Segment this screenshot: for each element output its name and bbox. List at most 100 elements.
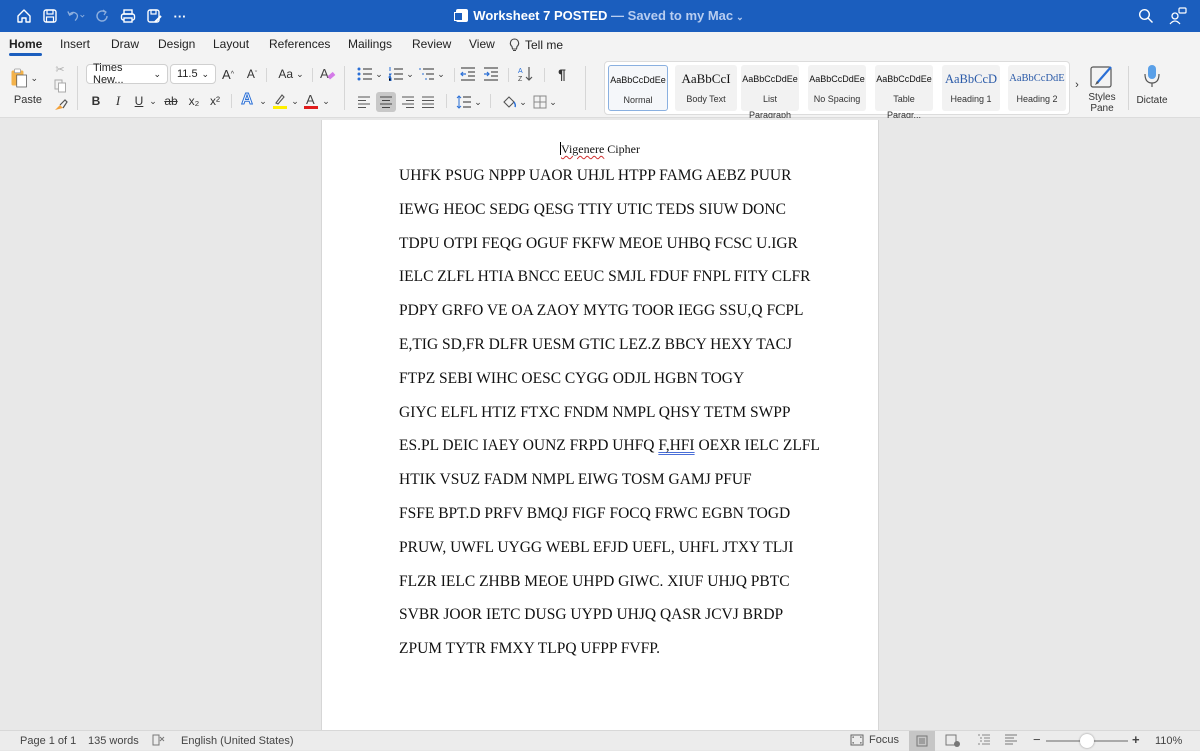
style-heading-1[interactable]: AaBbCcD Heading 1: [942, 65, 1000, 111]
tab-design[interactable]: Design: [158, 32, 195, 58]
align-left-icon[interactable]: [356, 94, 372, 110]
numbered-list-icon: [388, 67, 404, 81]
chevron-down-icon[interactable]: ⌄: [30, 73, 38, 84]
style-preview: AaBbCcDdEe: [809, 74, 865, 84]
style-label: Heading 1: [950, 94, 992, 104]
font-color-icon[interactable]: A: [303, 91, 319, 111]
chevron-down-icon: ⌄: [201, 68, 209, 79]
line-spacing-button[interactable]: ⌄: [455, 94, 483, 110]
word-count[interactable]: 135 words: [88, 735, 139, 747]
collaborate-icon[interactable]: [1168, 6, 1188, 26]
decrease-indent-icon[interactable]: [460, 66, 476, 82]
strikethrough-button[interactable]: ab: [163, 94, 179, 108]
svg-text:A: A: [320, 66, 329, 81]
tab-review[interactable]: Review: [412, 32, 451, 58]
chevron-down-icon: ⌄: [296, 68, 304, 79]
search-icon[interactable]: [1136, 6, 1156, 26]
styles-pane-label[interactable]: Styles Pane: [1082, 91, 1122, 115]
language[interactable]: English (United States): [181, 735, 294, 747]
misspelled-word[interactable]: Vigenere: [561, 142, 604, 156]
subscript-button[interactable]: x₂: [187, 94, 201, 108]
chevron-down-icon[interactable]: ⌄: [736, 12, 744, 22]
font-name-dropdown[interactable]: Times New... ⌄: [86, 62, 168, 86]
grammar-flagged-word[interactable]: F,HFI: [658, 437, 694, 454]
paste-button[interactable]: ⌄: [10, 64, 38, 92]
styles-pane-icon[interactable]: [1088, 62, 1116, 90]
tab-mailings[interactable]: Mailings: [348, 32, 392, 58]
svg-text:A: A: [306, 92, 315, 107]
dictate-label: Dictate: [1136, 94, 1168, 106]
style-list-paragraph[interactable]: AaBbCcDdEe List Paragraph: [741, 65, 799, 120]
multilevel-list-button[interactable]: ⌄: [418, 66, 446, 82]
chevron-down-icon[interactable]: ⌄: [258, 94, 268, 108]
text-line: GIYC ELFL HTIZ FTXC FNDM NMPL QHSY TETM …: [399, 403, 791, 421]
bold-button[interactable]: B: [90, 94, 102, 108]
chevron-down-icon[interactable]: ⌄: [290, 94, 300, 108]
tell-me-search[interactable]: Tell me: [509, 32, 563, 58]
tab-home[interactable]: Home: [9, 32, 43, 58]
style-table-paragraph[interactable]: AaBbCcDdEe Table Paragr...: [875, 65, 933, 120]
numbering-button[interactable]: ⌄: [387, 66, 415, 82]
document-page[interactable]: Vigenere Cipher UHFK PSUG NPPP UAOR UHJL…: [321, 120, 879, 730]
style-body-text[interactable]: AaBbCcI Body Text: [675, 65, 737, 111]
shrink-font-icon[interactable]: Aˇ: [244, 66, 260, 82]
style-no-spacing[interactable]: AaBbCcDdEe No Spacing: [808, 65, 866, 111]
dictate-icon[interactable]: [1140, 62, 1164, 90]
title-bar: ··· Worksheet 7 POSTED — Saved to my Mac…: [0, 0, 1200, 32]
zoom-out-button[interactable]: −: [1033, 732, 1041, 747]
font-size-dropdown[interactable]: 11.5 ⌄: [170, 64, 216, 84]
copy-icon[interactable]: [53, 79, 67, 93]
web-layout-icon[interactable]: [945, 734, 961, 748]
print-layout-icon[interactable]: [909, 731, 935, 751]
superscript-button[interactable]: x²: [208, 94, 222, 108]
focus-icon: [850, 734, 864, 746]
chevron-down-icon: ⌄: [437, 68, 445, 79]
chevron-down-icon[interactable]: ⌄: [148, 94, 158, 108]
borders-button[interactable]: ⌄: [531, 94, 559, 110]
grow-font-icon[interactable]: A ^: [220, 66, 236, 82]
chevron-down-icon[interactable]: ⌄: [321, 94, 331, 108]
bullets-button[interactable]: ⌄: [356, 66, 384, 82]
tab-references[interactable]: References: [269, 32, 330, 58]
zoom-in-button[interactable]: +: [1132, 732, 1140, 747]
sort-icon[interactable]: AZ: [517, 64, 535, 84]
text-line: ZPUM TYTR FMXY TLPQ UFPP FVFP.: [399, 640, 661, 658]
text-line: IEWG HEOC SEDG QESG TTIY UTIC TEDS SIUW …: [399, 200, 786, 218]
shading-button[interactable]: ⌄: [500, 94, 528, 110]
tab-draw[interactable]: Draw: [111, 32, 139, 58]
styles-gallery: AaBbCcDdEe Normal AaBbCcI Body Text AaBb…: [604, 61, 1070, 120]
page-count[interactable]: Page 1 of 1: [20, 735, 76, 747]
change-case-button[interactable]: Aa ⌄: [274, 66, 308, 82]
align-center-icon[interactable]: [376, 92, 396, 112]
align-right-icon[interactable]: [400, 94, 416, 110]
outline-icon[interactable]: [977, 734, 991, 746]
tab-layout[interactable]: Layout: [213, 32, 249, 58]
justify-icon[interactable]: [420, 94, 436, 110]
borders-icon: [533, 95, 547, 109]
zoom-level[interactable]: 110%: [1155, 735, 1182, 747]
draft-icon[interactable]: [1004, 734, 1018, 746]
style-heading-2[interactable]: AaBbCcDdE Heading 2: [1008, 65, 1066, 111]
line-spacing-icon: [456, 95, 472, 109]
tab-insert[interactable]: Insert: [60, 32, 90, 58]
proofing-icon[interactable]: [152, 734, 166, 746]
document-title[interactable]: Worksheet 7 POSTED — Saved to my Mac ⌄: [0, 8, 1200, 23]
clear-formatting-icon[interactable]: A: [318, 64, 338, 84]
underline-button[interactable]: U: [133, 94, 145, 108]
chevron-down-icon: ⌄: [549, 96, 557, 107]
increase-indent-icon[interactable]: [483, 66, 499, 82]
show-formatting-button[interactable]: ¶: [555, 65, 569, 83]
highlight-color-icon[interactable]: [272, 91, 288, 111]
text-line: FSFE BPT.D PRFV BMQJ FIGF FOCQ FRWC EGBN…: [399, 504, 791, 522]
text-segment: OEXR IELC ZLFL: [694, 437, 820, 455]
format-painter-icon[interactable]: [52, 96, 68, 112]
style-normal[interactable]: AaBbCcDdEe Normal: [608, 65, 668, 111]
focus-button[interactable]: Focus: [850, 734, 899, 746]
svg-text:A: A: [518, 68, 523, 75]
tab-view[interactable]: View: [469, 32, 495, 58]
italic-button[interactable]: I: [112, 93, 124, 108]
zoom-slider-thumb[interactable]: [1080, 734, 1094, 748]
styles-more-chevron-icon[interactable]: ›: [1072, 78, 1082, 92]
text-effects-icon[interactable]: A: [239, 91, 255, 109]
cut-icon[interactable]: ✂: [53, 62, 67, 76]
